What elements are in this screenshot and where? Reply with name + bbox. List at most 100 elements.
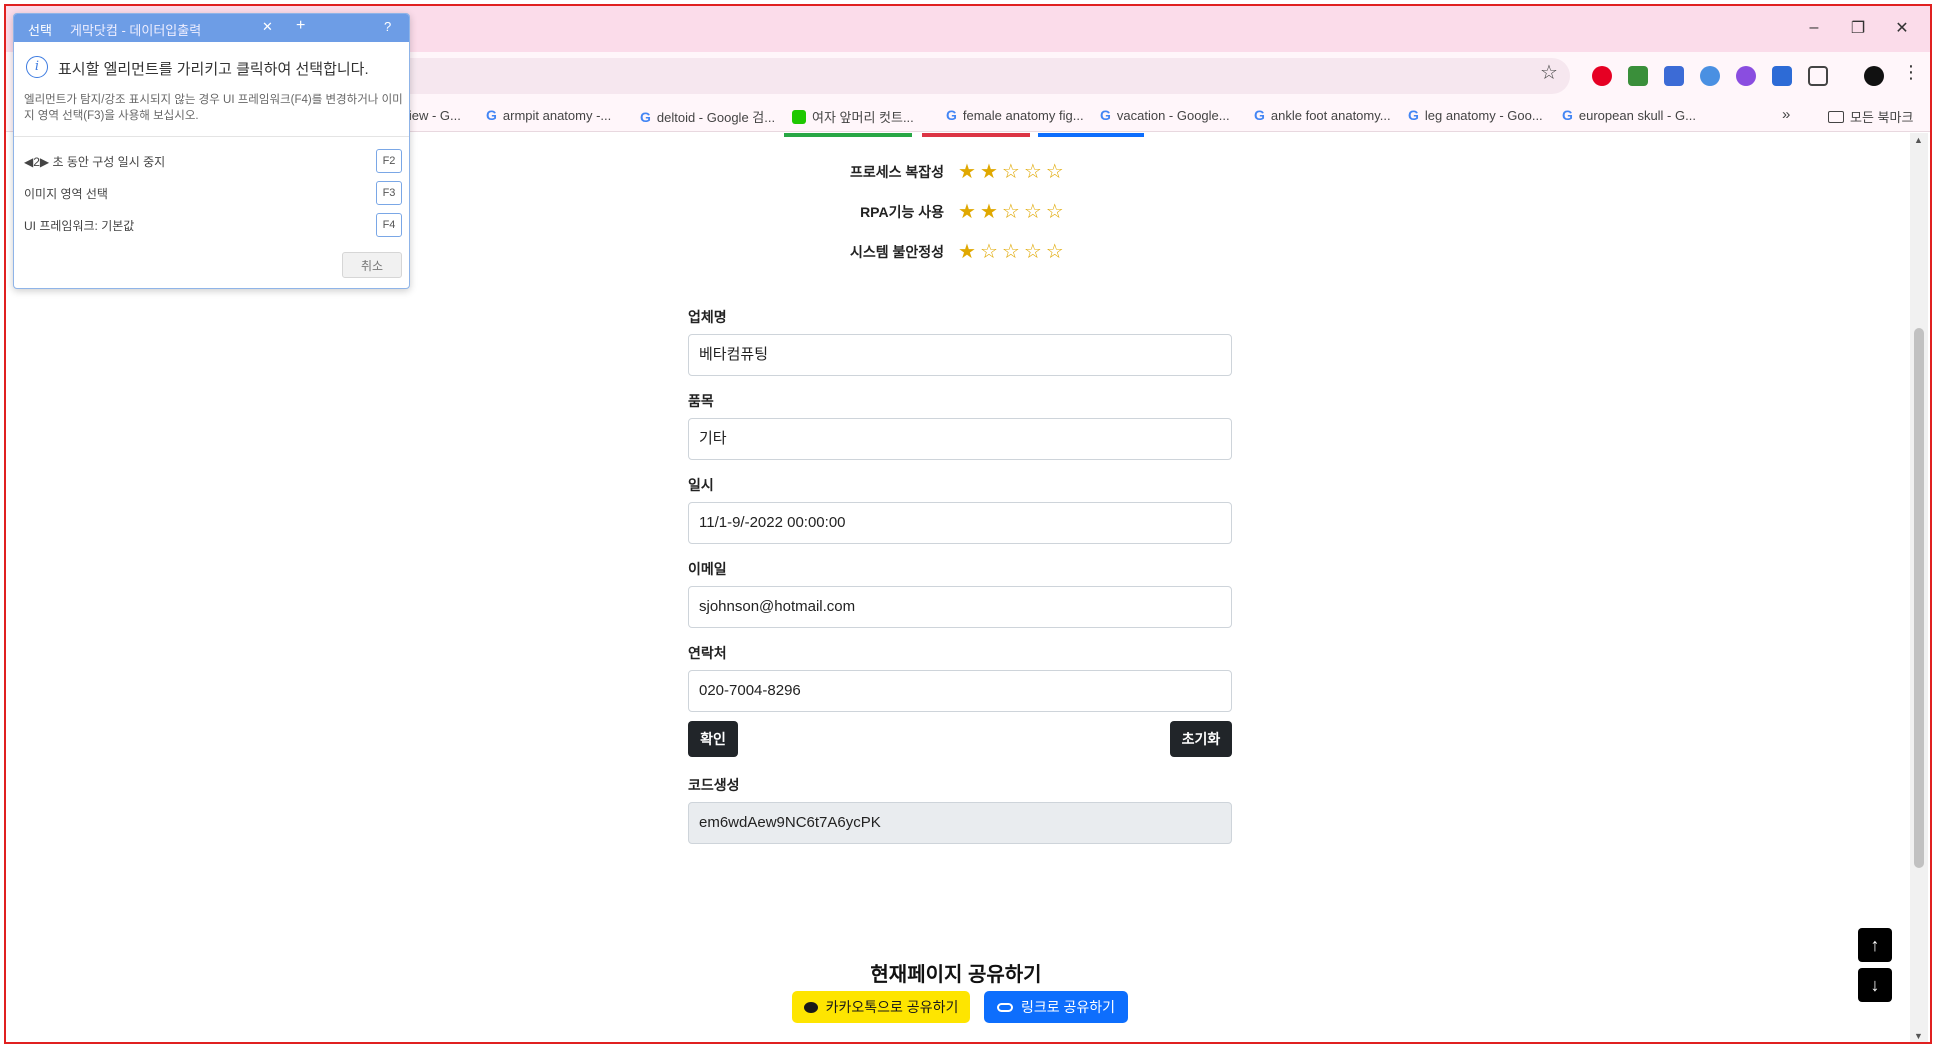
star-filled-icon[interactable]: ★	[980, 162, 998, 182]
date-field[interactable]: 11/1-9/-2022 00:00:00	[688, 502, 1232, 544]
company-field[interactable]: 베타컴퓨팅	[688, 334, 1232, 376]
calendar-extension-icon[interactable]	[1664, 66, 1684, 86]
email-label: 이메일	[688, 561, 727, 577]
star-filled-icon[interactable]: ★	[958, 162, 976, 182]
gear-extension-icon[interactable]	[1736, 66, 1756, 86]
shortcut-key[interactable]: F2	[376, 149, 402, 173]
google-icon: G	[1254, 107, 1265, 123]
restore-button[interactable]: ❐	[1836, 16, 1880, 40]
bookmark-star-icon[interactable]: ☆	[1540, 60, 1558, 85]
star-filled-icon[interactable]: ★	[980, 202, 998, 222]
star-empty-icon[interactable]: ☆	[1046, 162, 1064, 182]
element-selector-dialog: 선택 게막닷컴 - 데이터입출력 ✕ + ? i 표시할 엘리먼트를 가리키고 …	[13, 13, 410, 289]
minimize-button[interactable]: –	[1792, 16, 1836, 40]
bookmark-item[interactable]: Gdeltoid - Google 검...	[640, 107, 775, 126]
drive-extension-icon[interactable]	[1628, 66, 1648, 86]
info-icon: i	[26, 56, 48, 78]
star-empty-icon[interactable]: ☆	[980, 242, 998, 262]
rating-process-complexity: 프로세스 복잡성 ★ ★ ☆ ☆ ☆	[849, 161, 1064, 183]
bookmark-item[interactable]: Gleg anatomy - Goo...	[1408, 107, 1543, 123]
page-scrollbar[interactable]: ▲ ▼	[1910, 133, 1928, 1042]
dialog-tab-close-icon[interactable]: ✕	[262, 19, 273, 35]
email-field[interactable]: sjohnson@hotmail.com	[688, 586, 1232, 628]
cancel-button[interactable]: 취소	[342, 252, 402, 278]
bookmarks-overflow-icon[interactable]: »	[1782, 106, 1790, 123]
image-region-option[interactable]: 이미지 영역 선택 F3	[24, 180, 402, 206]
google-icon: G	[1408, 107, 1419, 123]
dialog-hint: 엘리먼트가 탐지/강조 표시되지 않는 경우 UI 프레임워크(F4)를 변경하…	[24, 94, 403, 122]
pinterest-extension-icon[interactable]	[1592, 66, 1612, 86]
help-icon[interactable]: ?	[384, 19, 391, 34]
chat-icon	[792, 109, 806, 124]
profile-avatar[interactable]	[1864, 66, 1884, 86]
link-icon	[996, 1002, 1013, 1012]
bookmark-item[interactable]: Geuropean skull - G...	[1562, 107, 1696, 123]
scrollbar-thumb[interactable]	[1914, 328, 1924, 868]
scroll-bottom-arrow-down-icon[interactable]: ↓	[1858, 968, 1892, 1002]
reset-button[interactable]: 초기화	[1170, 721, 1232, 757]
browser-menu-icon[interactable]: ⋮	[1902, 62, 1920, 83]
folder-icon	[1828, 110, 1844, 123]
share-heading: 현재페이지 공유하기	[870, 964, 1042, 986]
bookmark-item[interactable]: Gankle foot anatomy...	[1254, 107, 1391, 123]
phone-field[interactable]: 020-7004-8296	[688, 670, 1232, 712]
speech-bubble-icon	[803, 1001, 818, 1013]
star-rating[interactable]: ★ ★ ☆ ☆ ☆	[958, 162, 1064, 182]
divider	[14, 136, 409, 137]
company-label: 업체명	[688, 309, 727, 325]
new-tab-plus-icon[interactable]: +	[296, 17, 305, 35]
star-empty-icon[interactable]: ☆	[1024, 242, 1042, 262]
scroll-top-arrow-up-icon[interactable]: ↑	[1858, 928, 1892, 962]
dialog-header: 선택 게막닷컴 - 데이터입출력 ✕ + ?	[14, 14, 409, 42]
puzzle-extensions-icon[interactable]	[1808, 66, 1828, 86]
bookmark-item[interactable]: Garmpit anatomy -...	[486, 107, 611, 123]
code-label: 코드생성	[688, 777, 740, 793]
item-field[interactable]: 기타	[688, 418, 1232, 460]
google-icon: G	[946, 107, 957, 123]
item-label: 품목	[688, 393, 714, 409]
google-icon: G	[486, 107, 497, 123]
star-rating[interactable]: ★ ★ ☆ ☆ ☆	[958, 202, 1064, 222]
star-empty-icon[interactable]: ☆	[1024, 202, 1042, 222]
close-window-button[interactable]: ✕	[1880, 16, 1924, 40]
google-icon: G	[1100, 107, 1111, 123]
browser-window: – ❐ ✕ ☆ ⋮ Gbody top view - G... Garmpit …	[4, 4, 1932, 1044]
bookmark-item[interactable]: Gfemale anatomy fig...	[946, 107, 1084, 123]
scroll-up-icon[interactable]: ▲	[1914, 135, 1923, 145]
star-empty-icon[interactable]: ☆	[1002, 242, 1020, 262]
confirm-button[interactable]: 확인	[688, 721, 738, 757]
tab-indicator	[922, 133, 1030, 137]
link-share-button[interactable]: 링크로 공유하기	[984, 991, 1128, 1023]
tab-indicator	[784, 133, 912, 137]
star-empty-icon[interactable]: ☆	[1002, 162, 1020, 182]
date-label: 일시	[688, 477, 714, 493]
google-icon: G	[1562, 107, 1573, 123]
star-empty-icon[interactable]: ☆	[1024, 162, 1042, 182]
dialog-tab-title: 게막닷컴 - 데이터입출력	[70, 23, 202, 38]
check-extension-icon[interactable]	[1700, 66, 1720, 86]
bookmark-item[interactable]: 여자 앞머리 컷트...	[792, 107, 914, 126]
dialog-title: 선택	[28, 23, 52, 38]
star-rating[interactable]: ★ ☆ ☆ ☆ ☆	[958, 242, 1064, 262]
star-filled-icon[interactable]: ★	[958, 242, 976, 262]
rating-rpa-usage: RPA기능 사용 ★ ★ ☆ ☆ ☆	[860, 201, 1064, 223]
shortcut-key[interactable]: F4	[376, 213, 402, 237]
scroll-down-icon[interactable]: ▼	[1914, 1031, 1923, 1041]
tab-indicator	[1038, 133, 1144, 137]
shortcut-key[interactable]: F3	[376, 181, 402, 205]
star-empty-icon[interactable]: ☆	[1046, 202, 1064, 222]
all-bookmarks-button[interactable]: 모든 북마크	[1828, 107, 1913, 126]
star-empty-icon[interactable]: ☆	[1002, 202, 1020, 222]
google-icon: G	[640, 108, 651, 125]
code-output-field[interactable]: em6wdAew9NC6t7A6ycPK	[688, 802, 1232, 844]
star-filled-icon[interactable]: ★	[958, 202, 976, 222]
star-empty-icon[interactable]: ☆	[1046, 242, 1064, 262]
uipath-extension-icon[interactable]	[1772, 66, 1792, 86]
pause-option[interactable]: ◀2▶ 초 동안 구성 일시 중지 F2	[24, 148, 402, 174]
kakao-share-button[interactable]: 카카오톡으로 공유하기	[792, 991, 970, 1023]
ui-framework-option[interactable]: UI 프레임워크: 기본값 F4	[24, 212, 402, 238]
phone-label: 연락처	[688, 645, 727, 661]
bookmark-item[interactable]: Gvacation - Google...	[1100, 107, 1230, 123]
dialog-instruction: 표시할 엘리먼트를 가리키고 클릭하여 선택합니다.	[58, 61, 369, 78]
rating-system-instability: 시스템 불안정성 ★ ☆ ☆ ☆ ☆	[849, 241, 1064, 263]
